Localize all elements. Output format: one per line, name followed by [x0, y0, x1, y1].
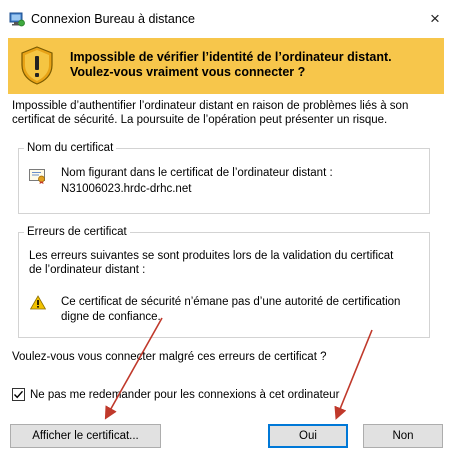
errors-intro-line-2: de l’ordinateur distant : — [29, 264, 146, 276]
shield-warning-icon — [19, 45, 55, 85]
intro-line-2: certificat de sécurité. La poursuite de … — [12, 114, 388, 126]
checkmark-icon — [13, 390, 24, 399]
intro-text: Impossible d’authentifier l’ordinateur d… — [12, 99, 442, 127]
dont-ask-checkbox[interactable] — [12, 388, 25, 401]
error-item: Ce certificat de sécurité n’émane pas d’… — [61, 295, 421, 325]
view-certificate-button[interactable]: Afficher le certificat... — [10, 424, 161, 448]
error-item-line-2: digne de confiance. — [61, 311, 161, 323]
banner-message: Impossible de vérifier l’identité de l’o… — [70, 50, 392, 80]
intro-line-1: Impossible d’authentifier l’ordinateur d… — [12, 100, 409, 112]
certificate-name-group: Nom du certificat Nom figurant dans le c… — [18, 141, 430, 214]
title-bar: Connexion Bureau à distance × — [0, 0, 452, 38]
remote-desktop-icon — [9, 11, 25, 27]
warning-icon — [29, 295, 47, 310]
certificate-errors-group: Erreurs de certificat Les erreurs suivan… — [18, 225, 430, 338]
certificate-errors-title: Erreurs de certificat — [24, 225, 130, 239]
dont-ask-label[interactable]: Ne pas me redemander pour les connexions… — [30, 388, 339, 402]
connect-question: Voulez-vous vous connecter malgré ces er… — [12, 351, 327, 363]
banner-line-1: Impossible de vérifier l’identité de l’o… — [70, 50, 392, 64]
errors-intro-line-1: Les erreurs suivantes se sont produites … — [29, 250, 394, 262]
certificate-name-value: N31006023.hrdc-drhc.net — [61, 183, 192, 195]
error-item-line-1: Ce certificat de sécurité n’émane pas d’… — [61, 296, 401, 308]
certificate-icon — [29, 169, 47, 184]
yes-button[interactable]: Oui — [268, 424, 348, 448]
certificate-group-title: Nom du certificat — [24, 141, 117, 155]
window-title: Connexion Bureau à distance — [31, 12, 196, 26]
banner-line-2: Voulez-vous vraiment vous connecter ? — [70, 65, 306, 79]
close-button[interactable]: × — [424, 8, 446, 30]
errors-intro: Les erreurs suivantes se sont produites … — [29, 249, 425, 277]
certificate-name-label: Nom figurant dans le certificat de l’ord… — [61, 167, 333, 179]
warning-banner: Impossible de vérifier l’identité de l’o… — [8, 38, 444, 94]
no-button[interactable]: Non — [363, 424, 443, 448]
arrow-to-yes-button — [334, 329, 373, 420]
